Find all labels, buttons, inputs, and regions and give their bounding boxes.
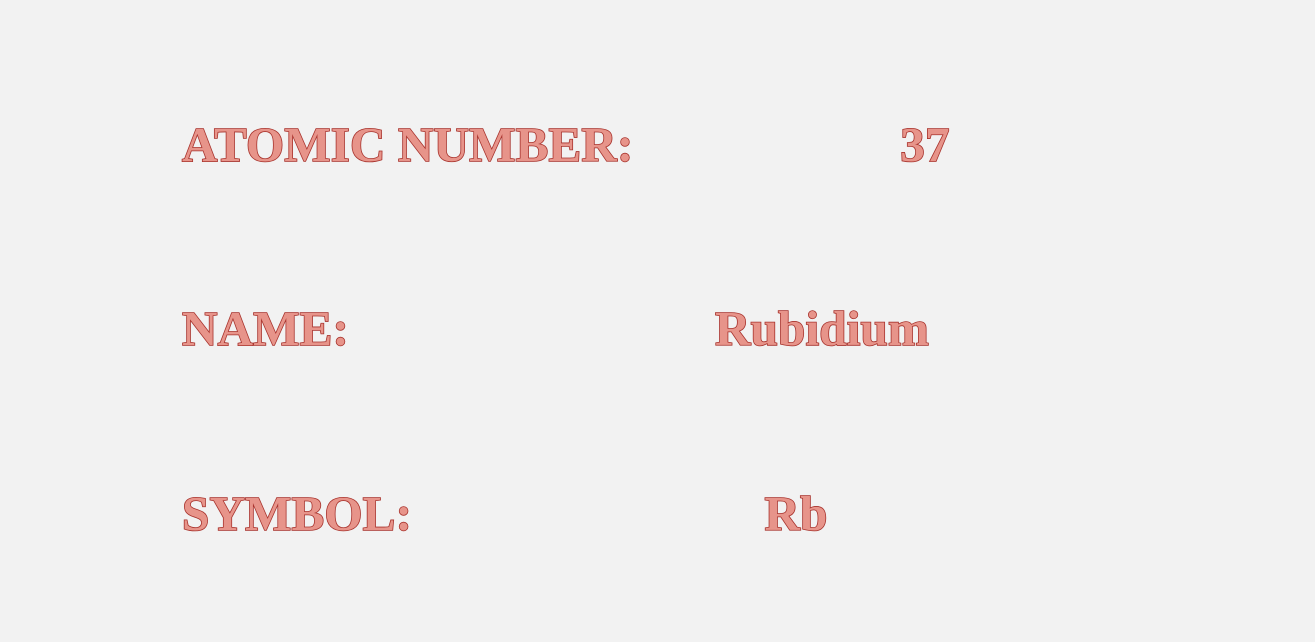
element-info-panel: ATOMIC NUMBER: 37 NAME: Rubidium SYMBOL:… [0,0,1315,642]
atomic-number-value: 37 [899,116,950,173]
name-label: NAME: [181,300,350,357]
symbol-value: Rb [764,485,828,542]
symbol-row: SYMBOL: Rb [0,484,1315,544]
name-value: Rubidium [714,300,930,357]
name-row: NAME: Rubidium [0,299,1315,359]
symbol-label: SYMBOL: [181,485,413,542]
atomic-number-row: ATOMIC NUMBER: 37 [0,115,1315,175]
atomic-number-label: ATOMIC NUMBER: [181,116,634,173]
